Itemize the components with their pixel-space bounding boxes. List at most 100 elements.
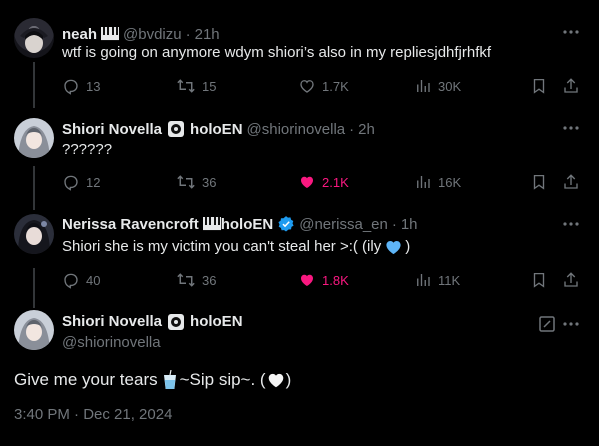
action-bar: 13 15 1.7K 30K	[62, 76, 585, 96]
reply-count: 12	[86, 174, 101, 190]
post-time[interactable]: 2h	[358, 121, 375, 138]
user-handle[interactable]: @shiorinovella	[247, 121, 346, 138]
main-text-start: Give me your tears	[14, 370, 158, 389]
tweet-text: ??????	[62, 141, 113, 158]
reply-icon	[64, 175, 78, 191]
main-tweet-text: Give me your tears ~Sip sip~. ( )	[14, 370, 291, 390]
tweet[interactable]: Nerissa Ravencroft holoEN @nerissa_en · …	[0, 212, 599, 308]
heart-icon	[301, 176, 313, 188]
bookmark-button[interactable]	[530, 270, 548, 290]
views-count: 16K	[438, 174, 462, 190]
bookmark-button[interactable]	[530, 76, 548, 96]
org-label: holoEN	[190, 120, 243, 138]
reply-icon	[64, 273, 78, 289]
more-horizontal-icon[interactable]	[561, 22, 581, 42]
display-name[interactable]: Shiori Novella	[62, 121, 162, 138]
main-text-end: )	[285, 370, 292, 389]
share-button[interactable]	[562, 270, 580, 290]
like-button[interactable]: 2.1K	[298, 172, 349, 192]
tweet-text-end: )	[405, 238, 411, 255]
avatar[interactable]	[14, 310, 54, 350]
views-button[interactable]: 16K	[414, 172, 461, 192]
reply-count: 13	[86, 78, 101, 94]
views-button[interactable]: 11K	[414, 270, 460, 290]
user-handle[interactable]: @bvdizu	[123, 26, 182, 43]
reply-button[interactable]: 12	[62, 172, 100, 192]
tweet-header: Shiori Novella holoEN @shiorinovella · 2…	[62, 119, 375, 139]
views-icon	[417, 274, 430, 286]
like-count: 1.8K	[322, 272, 349, 288]
share-button[interactable]	[562, 76, 580, 96]
heart-icon	[300, 80, 314, 93]
more-horizontal-icon[interactable]	[561, 118, 581, 138]
share-button[interactable]	[562, 172, 580, 192]
bookmark-button[interactable]	[530, 172, 548, 192]
repost-count: 36	[202, 272, 217, 288]
share-icon	[564, 272, 578, 287]
action-bar: 12 36 2.1K 16K	[62, 172, 585, 192]
blue-heart-icon	[385, 239, 402, 255]
bookmark-icon	[533, 174, 545, 190]
views-count: 30K	[438, 78, 462, 94]
separator-dot: ·	[391, 215, 397, 233]
separator-dot: ·	[185, 25, 191, 43]
reply-button[interactable]: 40	[62, 270, 100, 290]
post-time[interactable]: 1h	[401, 216, 418, 233]
avatar[interactable]	[14, 214, 54, 254]
tweet-header: neah @bvdizu · 21h	[62, 24, 220, 44]
repost-button[interactable]: 15	[176, 76, 216, 96]
views-icon	[417, 80, 430, 92]
main-author-block: Shiori Novella holoEN @shiorinovella	[62, 313, 243, 351]
org-label: holoEN	[190, 313, 243, 330]
reply-button[interactable]: 13	[62, 76, 100, 96]
more-horizontal-icon[interactable]	[561, 214, 581, 234]
share-icon	[564, 78, 578, 93]
like-count: 1.7K	[322, 78, 349, 94]
user-handle[interactable]: @nerissa_en	[299, 216, 388, 233]
piano-keys-icon	[202, 217, 221, 231]
reply-icon	[64, 79, 78, 95]
org-label: holoEN	[220, 215, 274, 233]
like-button[interactable]: 1.7K	[298, 76, 349, 96]
repost-icon	[177, 273, 195, 287]
tweet-text: wtf is going on anymore wdym shiori’s al…	[62, 44, 492, 61]
avatar[interactable]	[14, 18, 54, 58]
piano-keys-icon	[101, 27, 120, 41]
separator-dot: ·	[349, 120, 355, 138]
edit-icon[interactable]	[537, 314, 557, 334]
repost-count: 36	[202, 174, 217, 190]
share-icon	[564, 174, 578, 189]
tweet-text: Shiori she is my victim you can't steal …	[62, 237, 410, 257]
affiliate-badge-icon	[168, 313, 185, 330]
display-name[interactable]: Nerissa Ravencroft	[62, 216, 199, 233]
repost-icon	[177, 175, 195, 189]
white-heart-icon	[267, 372, 285, 388]
repost-button[interactable]: 36	[176, 172, 216, 192]
main-text-mid: ~Sip sip~. (	[179, 370, 266, 389]
like-button[interactable]: 1.8K	[298, 270, 349, 290]
views-count: 11K	[438, 272, 461, 288]
verified-badge-icon	[277, 215, 295, 233]
bookmark-icon	[533, 272, 545, 288]
more-horizontal-icon[interactable]	[561, 314, 581, 334]
repost-count: 15	[202, 78, 217, 94]
tweet[interactable]: Shiori Novella holoEN @shiorinovella · 2…	[0, 108, 599, 212]
tweet-header: Nerissa Ravencroft holoEN @nerissa_en · …	[62, 214, 418, 234]
tweet[interactable]: neah @bvdizu · 21h wtf is going on anymo…	[0, 0, 599, 108]
heart-icon	[301, 274, 313, 286]
post-timestamp[interactable]: 3:40 PM · Dec 21, 2024	[14, 406, 172, 423]
views-icon	[417, 176, 430, 188]
affiliate-badge-icon	[168, 121, 185, 137]
views-button[interactable]: 30K	[414, 76, 461, 96]
post-time[interactable]: 21h	[195, 26, 220, 43]
user-handle[interactable]: @shiorinovella	[62, 334, 243, 351]
display-name[interactable]: Shiori Novella	[62, 313, 162, 330]
repost-button[interactable]: 36	[176, 270, 216, 290]
action-bar: 40 36 1.8K 11K	[62, 270, 585, 290]
bookmark-icon	[533, 78, 545, 94]
avatar[interactable]	[14, 118, 54, 158]
display-name[interactable]: neah	[62, 26, 97, 43]
cup-drink-icon	[162, 370, 178, 390]
reply-count: 40	[86, 272, 101, 288]
tweet-text-main: Shiori she is my victim you can't steal …	[62, 238, 382, 255]
